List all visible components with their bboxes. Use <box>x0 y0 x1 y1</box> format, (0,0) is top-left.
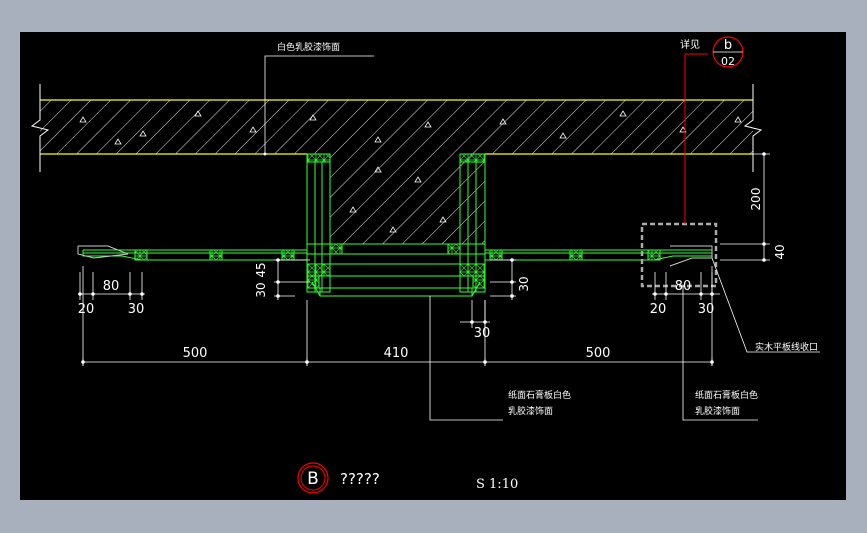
note2-line1: 纸面石膏板白色 <box>695 389 758 401</box>
note1-line1: 纸面石膏板白色 <box>508 389 571 401</box>
dim-45-vertical-left: 45 <box>254 262 268 277</box>
dim-410: 410 <box>384 346 409 361</box>
top-finish-label: 白色乳胶漆饰面 <box>277 41 340 53</box>
dim-20-right: 20 <box>650 302 667 317</box>
cad-drawing-canvas: b 02 详见 白色乳胶漆饰面 500 410 500 80 20 30 30 … <box>30 36 820 494</box>
section-letter: B <box>307 469 319 489</box>
trim-note: 实木平板线收口 <box>755 341 818 353</box>
dim-30-right: 30 <box>698 302 715 317</box>
dim-500-left: 500 <box>183 346 208 361</box>
note-gypsum-left: 纸面石膏板白色 乳胶漆饰面 <box>508 389 571 417</box>
dim-40: 40 <box>773 244 787 259</box>
dim-500-right: 500 <box>586 346 611 361</box>
dim-200: 200 <box>749 188 763 211</box>
dim-30-vertical-right: 30 <box>517 276 531 291</box>
dim-30-left: 30 <box>128 302 145 317</box>
concrete-slab <box>30 84 763 245</box>
trim-moulding <box>77 245 713 267</box>
section-title: ????? <box>340 470 380 488</box>
drawing-frame: b 02 详见 白色乳胶漆饰面 500 410 500 80 20 30 30 … <box>20 32 846 500</box>
note2-line2: 乳胶漆饰面 <box>695 405 740 417</box>
dim-20-left: 20 <box>78 302 95 317</box>
detail-number: 02 <box>721 55 735 68</box>
detail-ref-text: 详见 <box>680 38 700 51</box>
detail-letter: b <box>724 38 732 53</box>
section-title-block: B ????? S 1:10 <box>297 462 518 494</box>
dim-30-vertical-left: 30 <box>254 282 268 297</box>
note1-line2: 乳胶漆饰面 <box>508 405 553 417</box>
note-gypsum-right: 纸面石膏板白色 乳胶漆饰面 <box>695 389 758 417</box>
dim-30-bottom-mid: 30 <box>474 326 491 341</box>
scale-label: S 1:10 <box>476 477 518 492</box>
dim-80-left: 80 <box>103 279 120 294</box>
